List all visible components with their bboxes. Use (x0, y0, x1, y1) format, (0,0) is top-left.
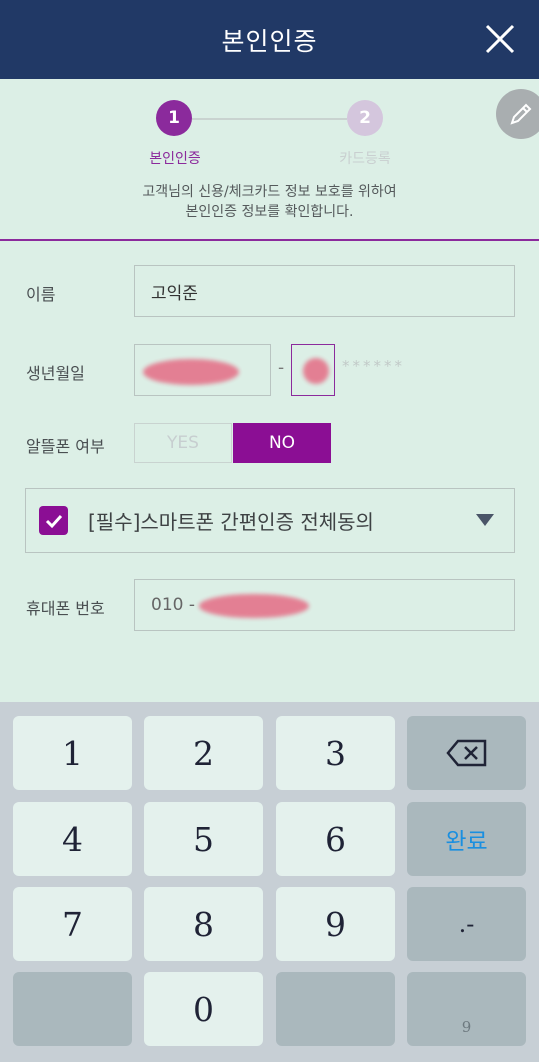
numeric-keypad: 1 2 3 4 5 6 완료 7 8 9 .- 0 9 (0, 702, 539, 1062)
mvno-label: 알뜰폰 여부 (26, 437, 105, 456)
close-icon (485, 24, 515, 54)
key-2[interactable]: 2 (144, 716, 263, 790)
step-indicator: 1 2 본인인증 카드등록 고객님의 신용/체크카드 정보 보호를 위하여 본인… (0, 79, 539, 239)
notice-line-1: 고객님의 신용/체크카드 정보 보호를 위하여 (142, 184, 397, 200)
header-title: 본인인증 (221, 26, 318, 56)
backspace-key[interactable] (407, 716, 526, 790)
mvno-no-button[interactable]: NO (233, 423, 331, 463)
phone-number-field[interactable]: 010 - (134, 579, 515, 631)
redacted-mark (143, 359, 239, 385)
key-3[interactable]: 3 (276, 716, 395, 790)
key-9[interactable]: 9 (276, 887, 395, 961)
header-bar: 본인인증 (0, 0, 539, 79)
name-label: 이름 (26, 285, 56, 304)
birth-label: 생년월일 (26, 364, 85, 383)
key-4[interactable]: 4 (13, 802, 132, 876)
step-2-circle: 2 (347, 100, 383, 136)
name-field[interactable]: 고익준 (134, 265, 515, 317)
backspace-icon (445, 739, 486, 767)
key-1[interactable]: 1 (13, 716, 132, 790)
notice-text: 고객님의 신용/체크카드 정보 보호를 위하여 본인인증 정보를 확인합니다. (0, 182, 539, 222)
chevron-down-icon (476, 514, 494, 526)
done-key[interactable]: 완료 (407, 802, 526, 876)
key-8[interactable]: 8 (144, 887, 263, 961)
close-button[interactable] (483, 22, 517, 56)
blank-key-right (276, 972, 395, 1046)
section-divider (0, 239, 539, 241)
gender-digit-field[interactable] (291, 344, 335, 396)
pencil-icon (510, 103, 532, 125)
mvno-yes-button[interactable]: YES (134, 423, 232, 463)
agree-checkbox[interactable] (39, 506, 68, 535)
step-2-label: 카드등록 (339, 151, 391, 167)
edit-button[interactable] (496, 89, 539, 139)
birth-dash: - (278, 358, 285, 378)
key-6[interactable]: 6 (276, 802, 395, 876)
dot-dash-key[interactable]: .- (407, 887, 526, 961)
step-1-label: 본인인증 (149, 151, 201, 167)
phone-label: 휴대폰 번호 (26, 599, 105, 618)
verification-content: 1 2 본인인증 카드등록 고객님의 신용/체크카드 정보 보호를 위하여 본인… (0, 79, 539, 702)
redacted-mark (199, 594, 309, 618)
notice-line-2: 본인인증 정보를 확인합니다. (185, 204, 354, 220)
checkmark-icon (45, 514, 62, 528)
name-value: 고익준 (151, 283, 198, 304)
step-1-circle: 1 (156, 100, 192, 136)
key-5[interactable]: 5 (144, 802, 263, 876)
birth-date-field[interactable] (134, 344, 271, 396)
agree-all-dropdown[interactable]: [필수]스마트폰 간편인증 전체동의 (25, 488, 515, 553)
key-7[interactable]: 7 (13, 887, 132, 961)
phone-prefix: 010 - (151, 595, 195, 615)
key-0[interactable]: 0 (144, 972, 263, 1046)
step-connector (192, 118, 347, 120)
blank-key-left (13, 972, 132, 1046)
redacted-mark (303, 358, 329, 384)
masked-digits: ****** (342, 357, 405, 375)
small-digit-key[interactable]: 9 (407, 972, 526, 1046)
agree-label: [필수]스마트폰 간편인증 전체동의 (88, 510, 374, 534)
